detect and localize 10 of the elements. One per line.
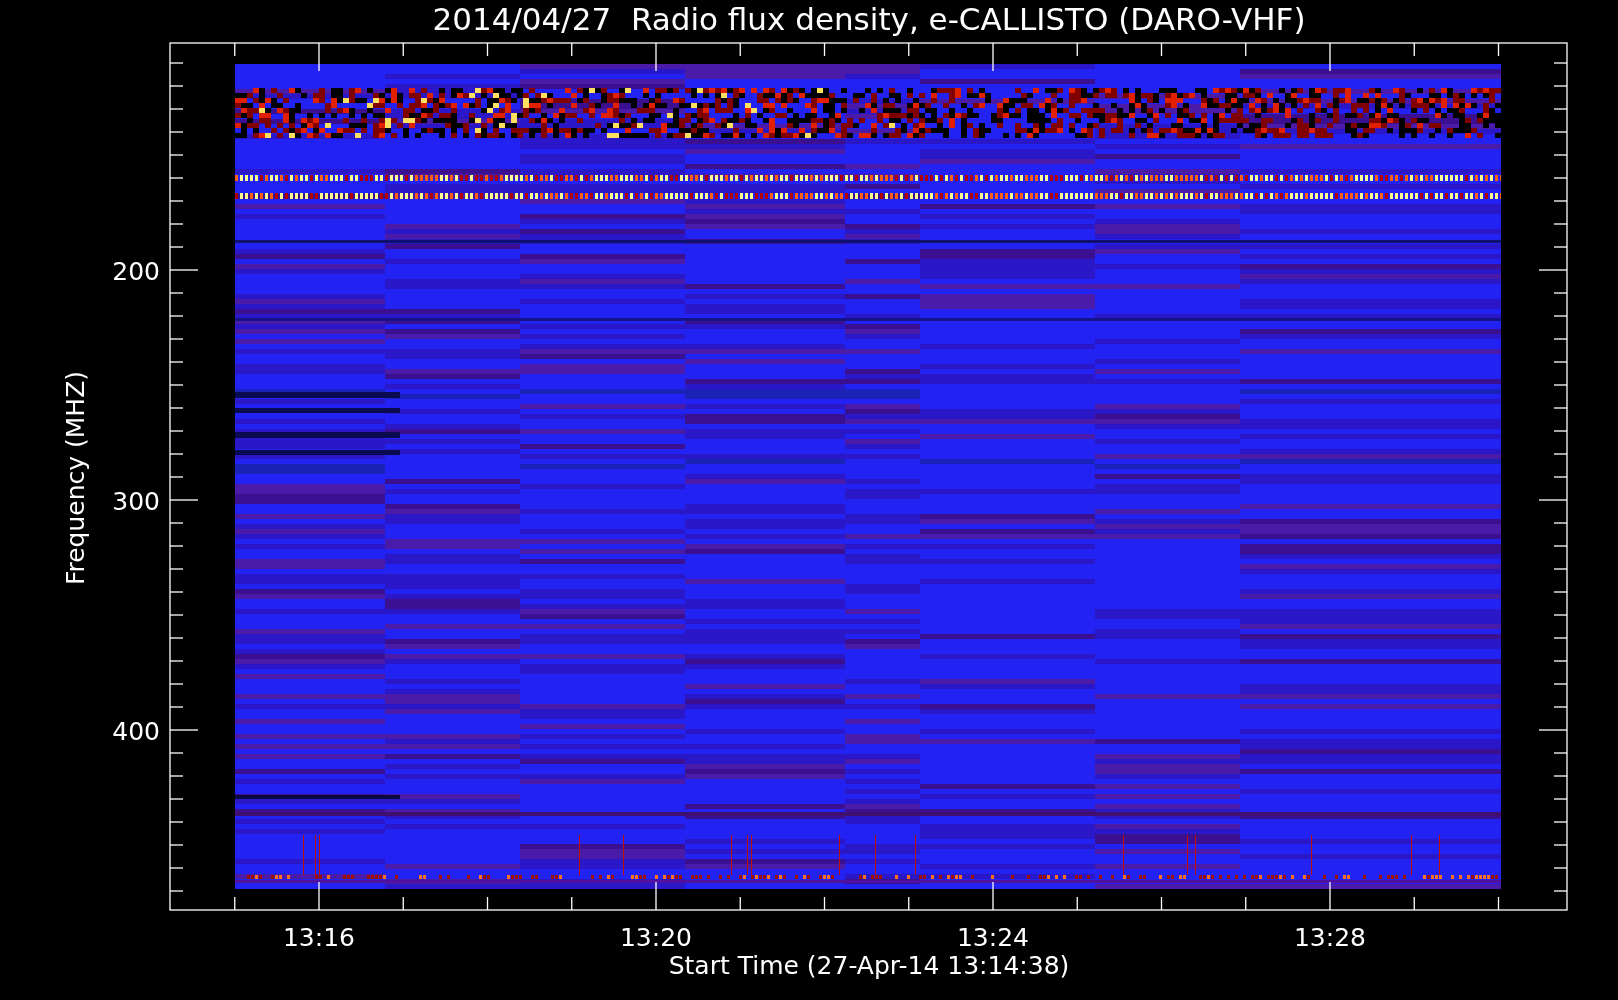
tick-label: 300 [112,487,160,516]
tick-label: 13:20 [620,923,692,952]
axis-label: Start Time (27-Apr-14 13:14:38) [668,951,1070,980]
plot-title: 2014/04/27 Radio flux density, e-CALLISTO (DARO-VHF) [432,1,1306,37]
tick-label: 400 [112,717,160,746]
tick-label: 13:24 [957,923,1029,952]
tick-label: 200 [112,257,160,286]
tick-label: 13:28 [1294,923,1366,952]
tick-label: 13:16 [283,923,355,952]
axis-label: Frequency (MHZ) [61,370,90,586]
